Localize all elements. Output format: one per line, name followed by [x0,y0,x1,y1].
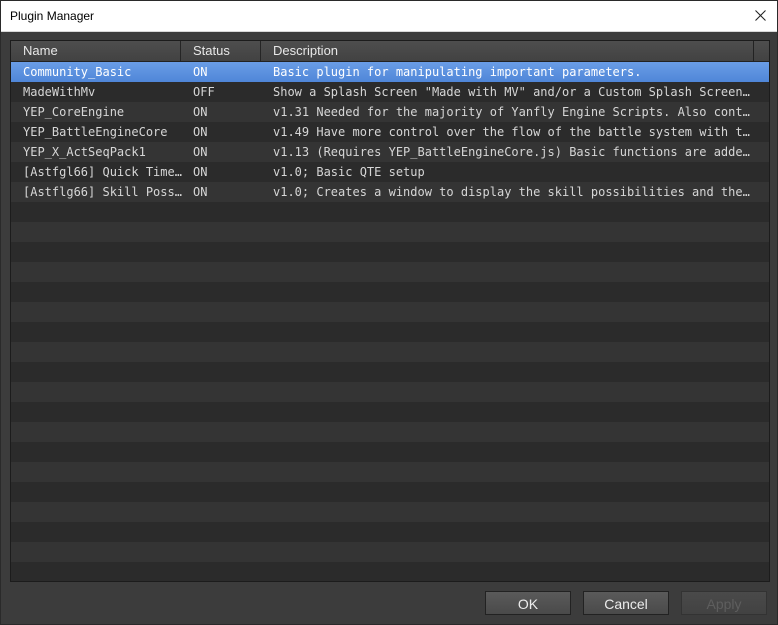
empty-row [11,242,769,262]
header-corner [753,41,769,62]
empty-row [11,282,769,302]
row-status: ON [193,105,208,119]
empty-row [11,302,769,322]
empty-row [11,542,769,562]
empty-row [11,262,769,282]
table-row[interactable]: [Astfgl66] Quick Time… ON v1.0; Basic QTE … [11,162,769,182]
plugin-list[interactable]: Name Status Description Community_Basic O… [10,40,770,582]
row-description: Basic plugin for manipulating important … [273,65,642,79]
row-status: ON [193,65,208,79]
row-description: v1.0; Creates a window to display the sk… [273,185,753,199]
row-status: ON [193,125,208,139]
empty-row [11,342,769,362]
empty-row [11,442,769,462]
empty-row [11,322,769,342]
table-row[interactable]: YEP_CoreEngine ON v1.31 Needed for the maj… [11,102,769,122]
row-name: [Astflg66] Skill Poss… [23,185,182,199]
empty-row [11,362,769,382]
close-button[interactable] [743,1,777,31]
row-description: v1.0; Basic QTE setup [273,165,425,179]
table-row[interactable]: [Astflg66] Skill Poss… ON v1.0; Creates a … [11,182,769,202]
row-status: ON [193,185,208,199]
close-icon [755,10,766,21]
table-row[interactable]: MadeWithMv OFF Show a Splash Screen "Made … [11,82,769,102]
row-name: [Astfgl66] Quick Time… [23,165,182,179]
column-header-row: Name Status Description [11,41,753,62]
row-status: OFF [193,85,215,99]
row-description: Show a Splash Screen "Made with MV" and/… [273,85,753,99]
table-row[interactable]: YEP_X_ActSeqPack1 ON v1.13 (Requires YEP_B… [11,142,769,162]
empty-row [11,462,769,482]
empty-row [11,402,769,422]
table-row[interactable]: YEP_BattleEngineCore ON v1.49 Have more co… [11,122,769,142]
empty-row [11,202,769,222]
column-header-status[interactable]: Status [181,41,261,61]
row-name: YEP_BattleEngineCore [23,125,168,139]
column-header-description[interactable]: Description [261,41,753,61]
row-status: ON [193,145,208,159]
row-name: Community_Basic [23,65,132,79]
row-name: YEP_CoreEngine [23,105,125,119]
table-row[interactable]: Community_Basic ON Basic plugin for manipu… [11,62,769,82]
empty-row [11,422,769,442]
empty-row [11,482,769,502]
plugin-rows: Community_Basic ON Basic plugin for manipu… [11,62,769,581]
ok-button[interactable]: OK [485,591,571,615]
window-title: Plugin Manager [10,9,95,23]
cancel-button[interactable]: Cancel [583,591,669,615]
row-name: MadeWithMv [23,85,96,99]
empty-row [11,382,769,402]
column-header-name[interactable]: Name [11,41,181,61]
row-description: v1.13 (Requires YEP_BattleEngineCore.js)… [273,145,753,159]
plugin-manager-window: Plugin Manager Name Status Description C… [0,0,778,625]
empty-row [11,562,769,581]
empty-row [11,222,769,242]
row-name: YEP_X_ActSeqPack1 [23,145,146,159]
empty-row [11,522,769,542]
row-description: v1.31 Needed for the majority of Yanfly … [273,105,753,119]
apply-button[interactable]: Apply [681,591,767,615]
empty-row [11,502,769,522]
row-description: v1.49 Have more control over the flow of… [273,125,753,139]
row-status: ON [193,165,208,179]
title-bar[interactable]: Plugin Manager [1,1,777,32]
